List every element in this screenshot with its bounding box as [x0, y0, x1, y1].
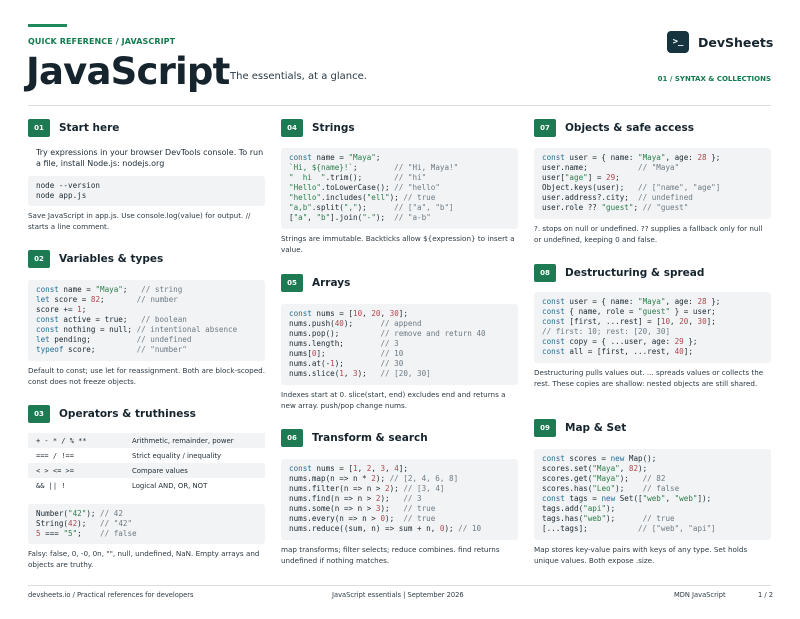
section-objects-safe-access: 07 Objects & safe access const user = { …: [534, 119, 771, 244]
operator-description: Logical AND, OR, NOT: [132, 481, 208, 490]
eyebrow: QUICK REFERENCE / JAVASCRIPT: [28, 37, 176, 46]
footer-edition: JavaScript essentials | September 2026: [332, 591, 464, 599]
table-row: < > <= >= Compare values: [28, 463, 265, 478]
section-strings: 04 Strings const name = "Maya"; `Hi, ${n…: [281, 119, 518, 254]
section-tag: 01 / SYNTAX & COLLECTIONS: [657, 75, 771, 83]
code-block: const scores = new Map(); scores.set("Ma…: [534, 449, 771, 540]
section-number: 06: [281, 429, 303, 447]
page-title: JavaScript: [26, 50, 230, 93]
section-note: Default to const; use let for reassignme…: [28, 366, 265, 386]
section-header: 05 Arrays: [281, 274, 518, 292]
section-map-set: 09 Map & Set const scores = new Map(); s…: [534, 419, 771, 565]
section-note: Map stores key-value pairs with keys of …: [534, 545, 748, 565]
section-title: Operators & truthiness: [59, 408, 196, 420]
section-title: Destructuring & spread: [565, 267, 705, 279]
operator-symbols: + - * / % **: [36, 436, 87, 445]
section-header: 01 Start here: [28, 119, 265, 137]
terminal-icon: >_: [667, 31, 689, 53]
code-block: const user = { name: "Maya", age: 28 }; …: [534, 292, 771, 363]
code-block: node --version node app.js: [28, 176, 265, 206]
section-note: Destructuring pulls values out. ... spre…: [534, 368, 764, 388]
section-header: 02 Variables & types: [28, 250, 265, 268]
section-header: 07 Objects & safe access: [534, 119, 771, 137]
section-transform-search: 06 Transform & search const nums = [1, 2…: [281, 429, 518, 565]
section-number: 07: [534, 119, 556, 137]
operator-symbols: === / !==: [36, 451, 74, 460]
section-intro: Try expressions in your browser DevTools…: [36, 148, 264, 168]
footer-reference: MDN JavaScript: [674, 591, 726, 599]
code-block: const name = "Maya"; `Hi, ${name}!`; // …: [281, 148, 518, 229]
section-note: Indexes start at 0. slice(start, end) ex…: [281, 390, 506, 410]
tagline: The essentials, at a glance.: [230, 71, 367, 82]
section-arrays: 05 Arrays const nums = [10, 20, 30]; num…: [281, 274, 518, 410]
code-block: Number("42"); // 42 String(42); // "42" …: [28, 504, 265, 544]
section-title: Map & Set: [565, 422, 627, 434]
section-variables-types: 02 Variables & types const name = "Maya"…: [28, 250, 265, 386]
section-header: 09 Map & Set: [534, 419, 771, 437]
section-number: 02: [28, 250, 50, 268]
table-row: === / !== Strict equality / inequality: [28, 448, 265, 463]
section-title: Start here: [59, 122, 120, 134]
table-row: && || ! Logical AND, OR, NOT: [28, 478, 265, 493]
operator-description: Arithmetic, remainder, power: [132, 436, 234, 445]
section-number: 04: [281, 119, 303, 137]
operator-description: Compare values: [132, 466, 188, 475]
section-header: 06 Transform & search: [281, 429, 518, 447]
section-title: Arrays: [312, 277, 351, 289]
operator-symbols: && || !: [36, 481, 66, 490]
section-note: Strings are immutable. Backticks allow $…: [281, 234, 515, 254]
section-operators-truthiness: 03 Operators & truthiness + - * / % ** A…: [28, 405, 265, 569]
section-number: 05: [281, 274, 303, 292]
brand: >_ DevSheets: [667, 31, 773, 53]
section-destructuring-spread: 08 Destructuring & spread const user = {…: [534, 264, 771, 388]
section-number: 09: [534, 419, 556, 437]
operators-table: + - * / % ** Arithmetic, remainder, powe…: [28, 433, 265, 493]
section-header: 08 Destructuring & spread: [534, 264, 771, 282]
section-header: 04 Strings: [281, 119, 518, 137]
section-note: Falsy: false, 0, -0, 0n, "", null, undef…: [28, 549, 260, 569]
table-row: + - * / % ** Arithmetic, remainder, powe…: [28, 433, 265, 448]
section-note: Save JavaScript in app.js. Use console.l…: [28, 211, 251, 231]
code-block: const nums = [10, 20, 30]; nums.push(40)…: [281, 304, 518, 385]
section-number: 03: [28, 405, 50, 423]
brand-name: DevSheets: [698, 34, 774, 50]
section-title: Transform & search: [312, 432, 428, 444]
code-block: const name = "Maya"; // string let score…: [28, 280, 265, 361]
accent-bar: [28, 24, 67, 27]
page-number: 1 / 2: [758, 591, 774, 599]
operator-symbols: < > <= >=: [36, 466, 74, 475]
section-title: Variables & types: [59, 253, 164, 265]
section-start-here: 01 Start here Try expressions in your br…: [28, 119, 265, 231]
section-number: 08: [534, 264, 556, 282]
divider-top: [28, 105, 771, 106]
section-note: ?. stops on null or undefined. ?? suppli…: [534, 224, 763, 244]
section-note: map transforms; filter selects; reduce c…: [281, 545, 500, 565]
section-header: 03 Operators & truthiness: [28, 405, 265, 423]
operator-description: Strict equality / inequality: [132, 451, 222, 460]
section-title: Objects & safe access: [565, 122, 694, 134]
footer-site: devsheets.io / Practical references for …: [28, 591, 194, 599]
code-block: const nums = [1, 2, 3, 4]; nums.map(n =>…: [281, 459, 518, 540]
divider-bottom: [28, 585, 771, 586]
section-title: Strings: [312, 122, 355, 134]
section-number: 01: [28, 119, 50, 137]
code-block: const user = { name: "Maya", age: 28 }; …: [534, 148, 771, 219]
